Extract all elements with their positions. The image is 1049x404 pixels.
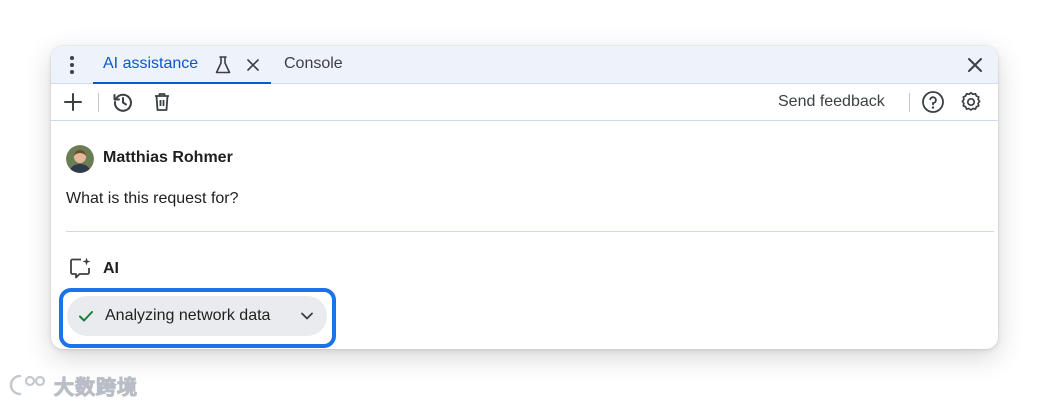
flask-icon bbox=[215, 56, 231, 74]
close-panel-icon[interactable] bbox=[965, 55, 985, 75]
toolbar-divider bbox=[98, 93, 99, 112]
tab-bar: AI assistance Console bbox=[51, 46, 998, 84]
tab-ai-assistance[interactable]: AI assistance bbox=[93, 46, 271, 84]
trash-icon[interactable] bbox=[151, 91, 173, 113]
close-tab-icon[interactable] bbox=[244, 56, 262, 74]
plus-icon[interactable] bbox=[62, 91, 84, 113]
message-divider bbox=[66, 231, 994, 232]
assistant-name: AI bbox=[103, 260, 119, 277]
step-analyzing-network-data[interactable]: Analyzing network data bbox=[67, 296, 327, 336]
tab-label: AI assistance bbox=[103, 55, 199, 72]
watermark: 大数跨境 bbox=[8, 370, 138, 400]
toolbar-divider bbox=[909, 93, 910, 112]
history-icon[interactable] bbox=[112, 91, 134, 113]
avatar bbox=[66, 145, 94, 173]
check-icon bbox=[79, 311, 93, 322]
watermark-logo-icon bbox=[9, 374, 46, 396]
ai-spark-icon bbox=[70, 257, 91, 279]
tab-console[interactable]: Console bbox=[284, 55, 343, 73]
user-message: What is this request for? bbox=[66, 190, 239, 207]
devtools-window: AI assistance Console Send feedback Matt… bbox=[51, 46, 998, 349]
toolbar: Send feedback bbox=[51, 84, 998, 121]
step-label: Analyzing network data bbox=[105, 307, 271, 324]
help-circle-icon[interactable] bbox=[921, 90, 945, 114]
gear-icon[interactable] bbox=[959, 90, 983, 114]
watermark-text: 大数跨境 bbox=[54, 376, 138, 399]
send-feedback-link[interactable]: Send feedback bbox=[778, 93, 885, 111]
more-options-icon[interactable] bbox=[67, 56, 77, 74]
user-name: Matthias Rohmer bbox=[103, 149, 233, 166]
chevron-down-icon[interactable] bbox=[299, 308, 315, 324]
